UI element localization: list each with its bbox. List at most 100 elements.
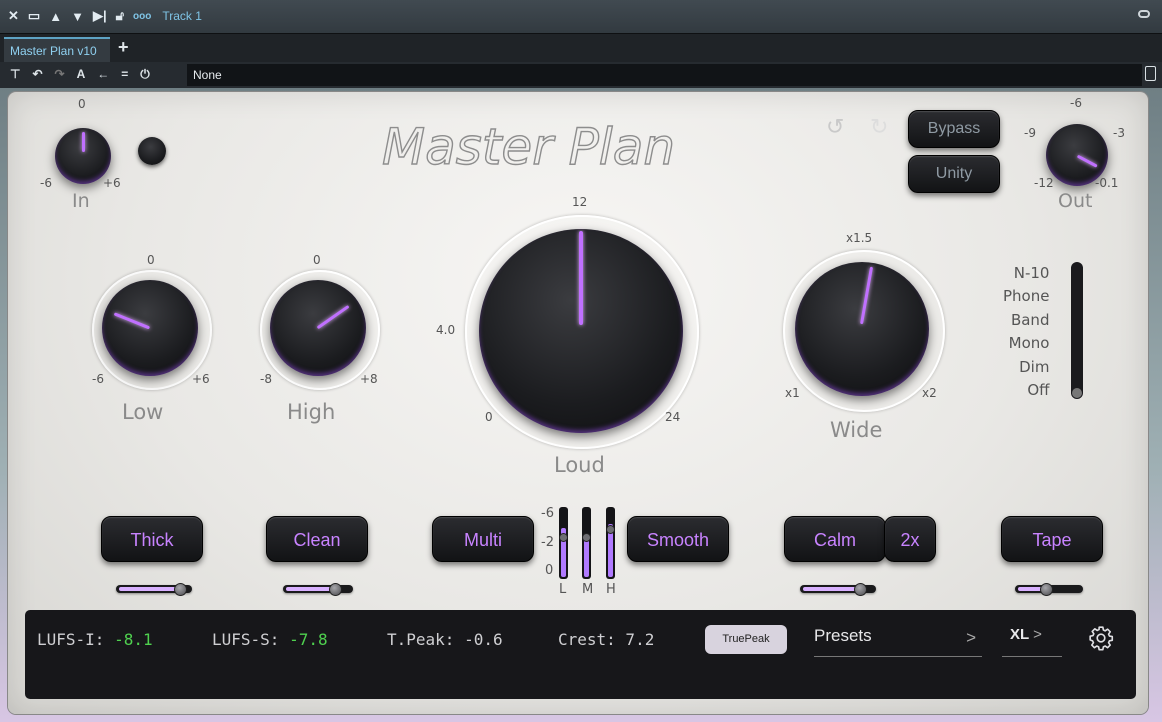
low-knob-min-label: -6 [92, 372, 104, 386]
loud-knob[interactable] [479, 229, 683, 433]
meter-label-h: H [606, 582, 616, 597]
calm-amount-fill [803, 587, 857, 591]
meter-mid-thumb[interactable] [582, 533, 591, 542]
smooth-button[interactable]: Smooth [627, 516, 729, 562]
plugin-title: Master Plan [382, 118, 675, 174]
meter-high-thumb[interactable] [606, 525, 615, 534]
meter-label-l: L [559, 582, 567, 597]
meter-scale-mid: -2 [541, 535, 554, 550]
toolbar: ⊤ ↶ ↷ A ← = ⏻ None [0, 62, 1162, 88]
calm-amount-slider[interactable] [800, 583, 876, 596]
size-label: XL [1010, 626, 1029, 643]
wide-knob[interactable] [795, 262, 929, 396]
plugin-redo-icon[interactable]: ↻ [870, 114, 888, 140]
monitor-mode-slider[interactable] [1071, 262, 1083, 399]
add-tab-icon[interactable]: + [118, 37, 129, 58]
power-icon[interactable]: ⏻ [140, 67, 150, 82]
plugin-undo-icon[interactable]: ↺ [826, 114, 844, 140]
mode-dim[interactable]: Dim [1003, 356, 1049, 379]
meter-mid[interactable] [582, 507, 591, 579]
mode-band[interactable]: Band [1003, 309, 1050, 332]
loud-knob-top-label: 12 [572, 195, 588, 209]
meter-scale-top: -6 [541, 506, 554, 521]
back-arrow-icon[interactable]: ← [97, 67, 109, 82]
bypass-button[interactable]: Bypass [908, 110, 1000, 148]
unity-button[interactable]: Unity [908, 155, 1000, 193]
out-knob-pointer [1076, 154, 1098, 168]
link-icon[interactable]: ooo [133, 11, 151, 22]
tape-amount-thumb[interactable] [1040, 583, 1053, 596]
compare-icon[interactable]: ⊤ [10, 67, 20, 82]
loud-knob-pointer [579, 231, 583, 325]
true-peak-readout: T.Peak: -0.6 [387, 630, 503, 649]
tab-master-plan[interactable]: Master Plan v10 [4, 37, 110, 63]
clean-amount-thumb[interactable] [329, 583, 342, 596]
clean-amount-slider[interactable] [283, 583, 353, 596]
thick-amount-fill [119, 587, 177, 591]
meter-scale-bottom: 0 [545, 563, 554, 578]
loudness-footer: LUFS-I: -8.1 LUFS-S: -7.8 T.Peak: -0.6 C… [25, 610, 1136, 699]
loud-knob-label: Loud [554, 453, 605, 477]
clean-button[interactable]: Clean [266, 516, 368, 562]
low-knob[interactable] [102, 280, 198, 376]
pin-icon[interactable] [1138, 10, 1150, 18]
tape-button[interactable]: Tape [1001, 516, 1103, 562]
presets-chevron-icon: > [966, 628, 976, 647]
mode-phone[interactable]: Phone [1003, 285, 1049, 308]
monitor-mode-thumb[interactable] [1072, 388, 1082, 398]
presets-menu[interactable]: Presets > [814, 626, 982, 657]
arrow-down-icon[interactable]: ▼ [71, 9, 84, 24]
in-knob-top-label: 0 [78, 97, 86, 111]
arrow-up-icon[interactable]: ▲ [49, 9, 62, 24]
skip-icon[interactable]: ▶| [93, 8, 107, 24]
crest-readout: Crest: 7.2 [558, 630, 655, 649]
meter-low[interactable] [559, 507, 568, 579]
in-knob-label: In [72, 190, 90, 212]
menu-icon[interactable]: = [121, 67, 128, 82]
calm-button[interactable]: Calm [784, 516, 886, 562]
undo-icon[interactable]: ↶ [32, 67, 42, 82]
thick-amount-slider[interactable] [116, 583, 192, 596]
meter-high[interactable] [606, 507, 615, 579]
close-icon[interactable]: ✕ [8, 8, 19, 24]
high-knob-top-label: 0 [313, 253, 321, 267]
truepeak-button[interactable]: TruePeak [705, 625, 787, 654]
size-menu[interactable]: XL > [1002, 626, 1062, 657]
multi-button[interactable]: Multi [432, 516, 534, 562]
input-trim-knob[interactable] [138, 137, 166, 165]
mode-off[interactable]: Off [1003, 379, 1049, 402]
calm-amount-thumb[interactable] [854, 583, 867, 596]
lufs-s-label: LUFS-S: [212, 630, 280, 649]
gear-icon[interactable] [1088, 625, 1114, 651]
clean-amount-fill [286, 587, 332, 591]
mode-mono[interactable]: Mono [1003, 332, 1050, 355]
document-icon[interactable] [1145, 66, 1156, 81]
preset-field[interactable]: None [187, 64, 1142, 86]
thick-amount-thumb[interactable] [174, 583, 187, 596]
automation-icon[interactable]: A [77, 67, 86, 82]
title-bar-icons: ✕ ▭ ▲ ▼ ▶| 🔓︎ ooo Track 1 [8, 8, 202, 24]
thick-button[interactable]: Thick [101, 516, 203, 562]
lufs-i-readout: LUFS-I: -8.1 [37, 630, 153, 649]
lock-icon[interactable]: 🔓︎ [116, 8, 124, 24]
high-knob-pointer [316, 304, 350, 330]
out-knob-left-label: -9 [1024, 126, 1036, 140]
lufs-s-value: -7.8 [289, 630, 328, 649]
tape-amount-slider[interactable] [1015, 583, 1083, 596]
out-knob-right-label: -3 [1113, 126, 1125, 140]
mode-n10[interactable]: N-10 [1003, 262, 1050, 285]
wide-knob-pointer [860, 266, 874, 325]
high-knob[interactable] [270, 280, 366, 376]
in-knob-pointer [82, 132, 85, 152]
in-knob-min-label: -6 [40, 176, 52, 190]
calm-2x-button[interactable]: 2x [884, 516, 936, 562]
out-knob-label: Out [1058, 190, 1093, 212]
low-knob-label: Low [122, 400, 164, 424]
meter-low-thumb[interactable] [559, 533, 568, 542]
low-knob-pointer [113, 312, 151, 330]
high-knob-label: High [287, 400, 336, 424]
redo-icon[interactable]: ↷ [55, 67, 65, 82]
window-icon[interactable]: ▭ [28, 8, 40, 24]
loud-knob-left-label: 4.0 [436, 323, 456, 337]
high-knob-max-label: +8 [360, 372, 378, 386]
